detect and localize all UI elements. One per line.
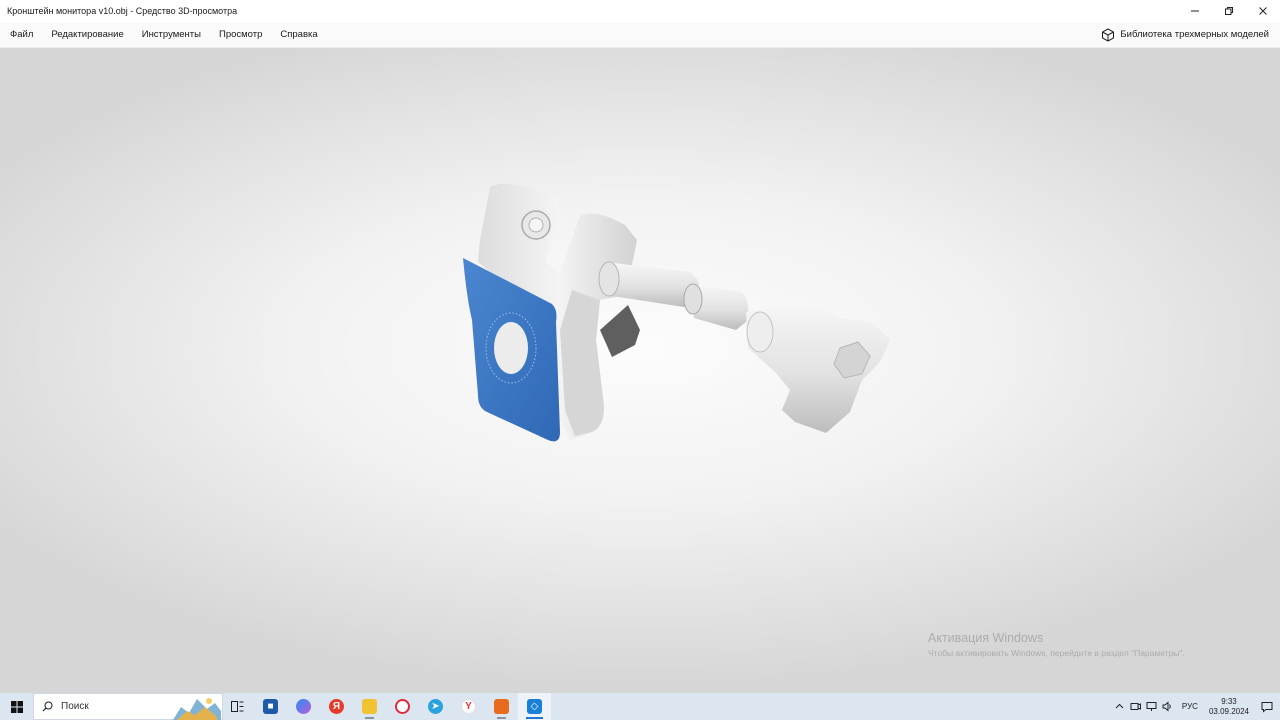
magnifier-icon (42, 701, 53, 712)
restore-button[interactable] (1212, 0, 1246, 22)
taskbar: Поиск ■ Я ➤ Y ◇ РУС 9:33 03.09.2024 (0, 693, 1280, 720)
taskbar-3d-viewer[interactable]: ◇ (518, 693, 551, 720)
taskbar-yandex[interactable]: Я (320, 693, 353, 720)
cube-icon (1102, 27, 1115, 42)
search-highlight-art (171, 693, 221, 720)
clock-time: 9:33 (1221, 696, 1237, 706)
folder-icon (362, 699, 377, 714)
menu-edit[interactable]: Редактирование (42, 22, 132, 48)
menu-file[interactable]: Файл (0, 22, 42, 48)
monitor-bracket-model[interactable] (0, 48, 1280, 693)
title-bar: Кронштейн монитора v10.obj - Средство 3D… (0, 0, 1280, 22)
start-button[interactable] (0, 693, 33, 720)
notification-icon (1261, 701, 1273, 713)
menu-bar: Файл Редактирование Инструменты Просмотр… (0, 22, 1280, 48)
tray-meet[interactable] (1129, 693, 1142, 720)
taskbar-explorer[interactable] (353, 693, 386, 720)
chevron-up-icon (1116, 703, 1124, 709)
watermark-text: Чтобы активировать Windows, перейдите в … (928, 648, 1185, 658)
taskbar-telegram[interactable]: ➤ (419, 693, 452, 720)
task-view-icon (231, 701, 244, 712)
search-placeholder: Поиск (61, 701, 89, 712)
orange-app-icon (494, 699, 509, 714)
notifications-button[interactable] (1254, 693, 1280, 720)
yandex-icon: Я (329, 699, 344, 714)
taskbar-opera[interactable] (386, 693, 419, 720)
opera-icon (395, 699, 410, 714)
3d-viewport[interactable]: Активация Windows Чтобы активировать Win… (0, 48, 1280, 693)
taskbar-store[interactable]: ■ (254, 693, 287, 720)
clock-date: 03.09.2024 (1208, 706, 1249, 716)
input-language[interactable]: РУС (1176, 702, 1204, 711)
menu-help[interactable]: Справка (271, 22, 326, 48)
windows-logo-icon (10, 700, 23, 713)
taskbar-copilot[interactable] (287, 693, 320, 720)
telegram-icon: ➤ (428, 699, 443, 714)
taskbar-app-orange[interactable] (485, 693, 518, 720)
task-view-button[interactable] (221, 693, 254, 720)
activation-watermark: Активация Windows Чтобы активировать Win… (928, 631, 1185, 658)
meet-icon (1130, 703, 1142, 710)
tray-overflow-button[interactable] (1113, 693, 1126, 720)
window-title: Кронштейн монитора v10.obj - Средство 3D… (7, 6, 238, 16)
menu-tools[interactable]: Инструменты (133, 22, 210, 48)
yandex-browser-icon: Y (461, 699, 476, 714)
close-icon (1259, 7, 1267, 15)
close-button[interactable] (1246, 0, 1280, 22)
network-icon (1146, 702, 1157, 711)
menu-view[interactable]: Просмотр (210, 22, 271, 48)
copilot-icon (296, 699, 311, 714)
tray-network[interactable] (1145, 693, 1158, 720)
3d-library-label: Библиотека трехмерных моделей (1120, 29, 1269, 40)
restore-icon (1225, 7, 1233, 15)
minimize-button[interactable] (1178, 0, 1212, 22)
system-tray: РУС 9:33 03.09.2024 (1112, 693, 1280, 720)
watermark-title: Активация Windows (928, 631, 1044, 645)
minimize-icon (1191, 10, 1199, 12)
speaker-icon (1162, 701, 1172, 712)
3d-viewer-icon: ◇ (527, 699, 542, 714)
store-icon: ■ (263, 699, 278, 714)
tray-volume[interactable] (1161, 693, 1174, 720)
taskbar-clock[interactable]: 9:33 03.09.2024 (1204, 697, 1254, 717)
3d-library-button[interactable]: Библиотека трехмерных моделей (1095, 22, 1280, 48)
taskbar-yandex-browser[interactable]: Y (452, 693, 485, 720)
